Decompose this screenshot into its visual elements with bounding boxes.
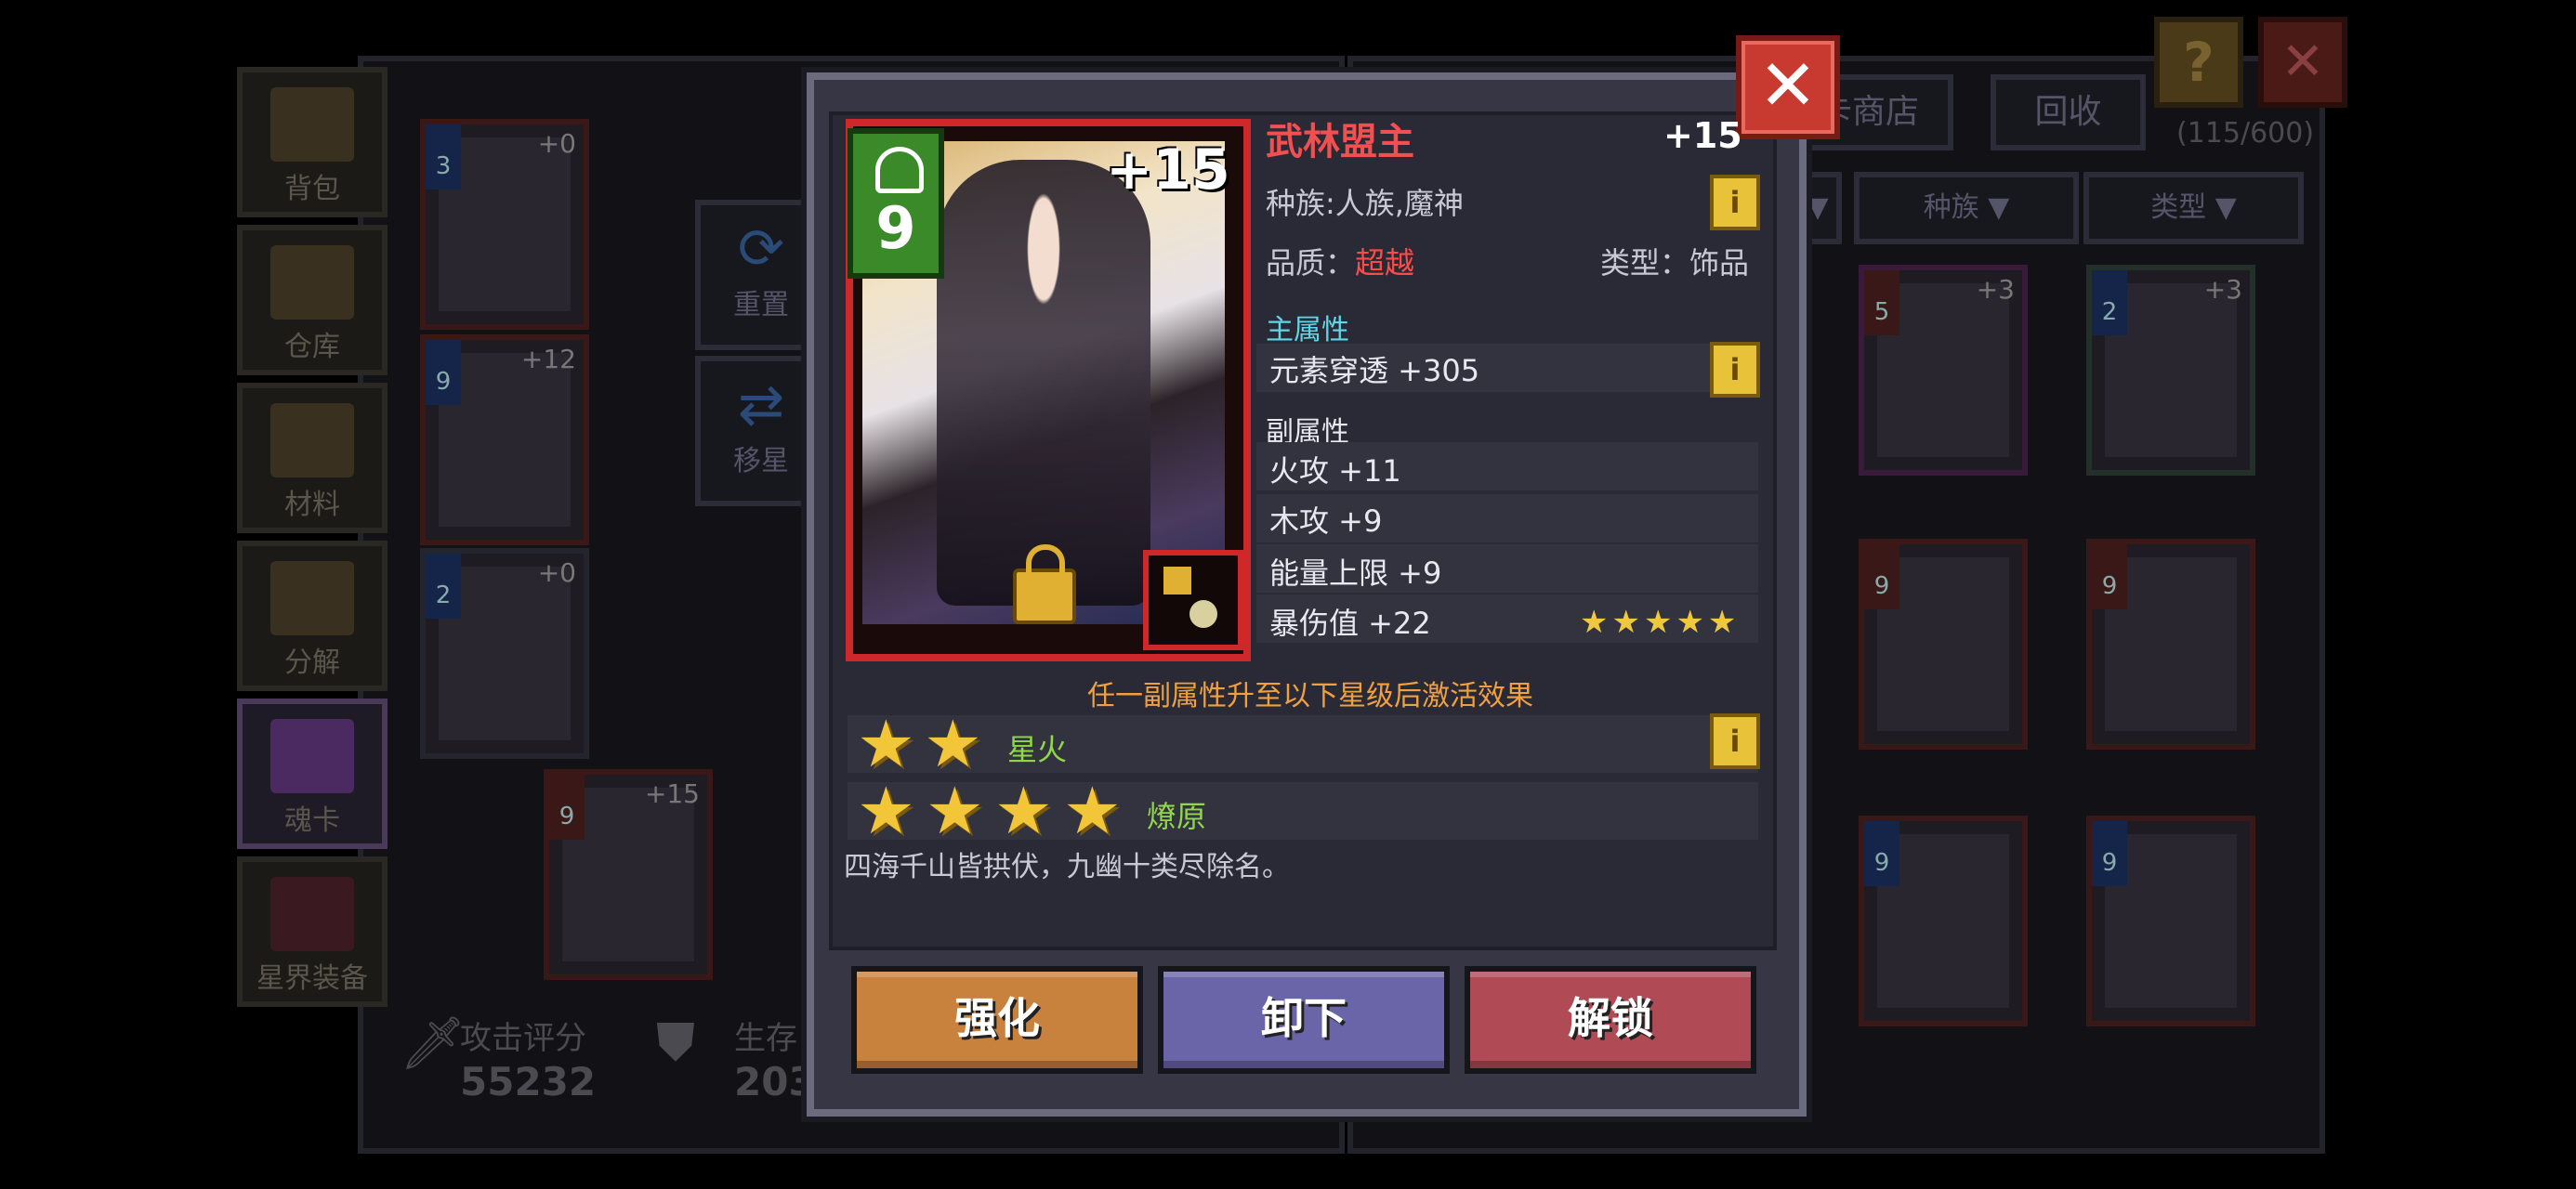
star-icon: ★ xyxy=(857,773,915,849)
inventory-card[interactable]: 9 xyxy=(1859,539,2028,750)
race-info-icon[interactable]: i xyxy=(1710,175,1760,230)
set-effect-stars: ★ ★ xyxy=(857,712,996,777)
swap-icon: ⇄ xyxy=(737,372,785,438)
tab-recycle[interactable]: 回收 xyxy=(1991,74,2146,150)
equipped-card[interactable]: 9 +15 xyxy=(544,769,713,980)
close-button[interactable]: ✕ xyxy=(1736,35,1840,139)
set-effect-stars: ★ ★ ★ ★ xyxy=(857,778,1136,843)
star-icon: ★ xyxy=(857,706,915,782)
tab-warehouse[interactable]: 仓库 xyxy=(237,225,388,375)
race-text: 种族:人族,魔神 xyxy=(1266,186,1464,221)
help-button[interactable]: ? xyxy=(2154,17,2243,108)
survival-score-value: 203 xyxy=(734,1059,816,1104)
unequip-button[interactable]: 卸下 xyxy=(1158,966,1450,1074)
main-attr-heading: 主属性 xyxy=(1266,314,1349,346)
inventory-card[interactable]: 5 +3 xyxy=(1859,265,2028,476)
equipped-card[interactable]: 2 +0 xyxy=(420,548,589,759)
star-icon: ★ xyxy=(1063,773,1122,849)
set-effect-name: 燎原 xyxy=(1147,799,1207,834)
race-filter[interactable]: 种族 ▼ xyxy=(1854,172,2079,244)
tab-decompose[interactable]: 分解 xyxy=(237,541,388,691)
survival-score-label: 生存 xyxy=(734,1020,797,1057)
inventory-card[interactable]: 2 +3 xyxy=(2086,265,2255,476)
inventory-card[interactable]: 9 xyxy=(2086,816,2255,1026)
type-text: 类型：饰品 xyxy=(1600,245,1750,281)
sub-attr-wood: 木攻 +9 xyxy=(1269,503,1383,539)
main-attr-info-icon[interactable]: i xyxy=(1710,342,1760,398)
tab-backpack[interactable]: 背包 xyxy=(237,67,388,217)
sub-attr-star-rating: ★★★★★ xyxy=(1580,604,1741,641)
unlock-button[interactable]: 解锁 xyxy=(1465,966,1756,1074)
sub-attr-crit: 暴伤值 +22 xyxy=(1269,606,1431,641)
star-icon: ★ xyxy=(926,773,984,849)
card-enhance-level: +15 xyxy=(1106,137,1230,203)
inventory-card[interactable]: 9 xyxy=(2086,539,2255,750)
enhance-button[interactable]: 强化 xyxy=(851,966,1143,1074)
material-icon xyxy=(270,403,354,477)
skull-icon xyxy=(1189,600,1217,628)
inventory-capacity: (115/600) xyxy=(2176,117,2315,150)
sub-attr-energy: 能量上限 +9 xyxy=(1269,555,1442,591)
pot-icon xyxy=(270,561,354,635)
star-icon: ★ xyxy=(924,706,982,782)
tab-materials[interactable]: 材料 xyxy=(237,383,388,533)
chevron-down-icon: ▼ xyxy=(2215,191,2237,224)
tab-soul-card[interactable]: 魂卡 xyxy=(237,699,388,849)
card-title: 武林盟主 xyxy=(1266,121,1414,163)
tab-astral-gear[interactable]: 星界装备 xyxy=(237,856,388,1007)
star-icon: ★ xyxy=(994,773,1053,849)
level-icon xyxy=(875,147,924,193)
shield-icon: ⛊ xyxy=(656,1013,695,1073)
lock-icon xyxy=(1013,544,1076,624)
outer-close-button[interactable]: ✕ xyxy=(2258,17,2347,108)
sub-attr-fire: 火攻 +11 xyxy=(1269,453,1401,489)
quality-value: 超越 xyxy=(1355,245,1415,281)
soul-card-icon xyxy=(270,719,354,793)
equipped-card[interactable]: 3 +0 xyxy=(420,119,589,330)
set-info-icon[interactable]: i xyxy=(1710,713,1760,769)
chevron-down-icon: ▼ xyxy=(1988,191,2010,224)
main-attr-value: 元素穿透 +305 xyxy=(1269,353,1480,388)
card-flavor-text: 四海千山皆拱伏，九幽十类尽除名。 xyxy=(844,851,1290,883)
sword-icon: 🗡 xyxy=(400,1013,467,1074)
set-effect-title: 任一副属性升至以下星级后激活效果 xyxy=(1087,680,1533,712)
mask-icon xyxy=(1163,567,1191,594)
card-level-badge: 9 xyxy=(848,128,944,279)
chest-icon xyxy=(270,87,354,162)
refresh-icon: ⟳ xyxy=(737,216,785,281)
astral-gear-icon xyxy=(270,877,354,951)
attack-score-value: 55232 xyxy=(460,1059,597,1104)
set-effect-name: 星火 xyxy=(1007,732,1068,767)
card-title-plus: +15 xyxy=(1663,115,1742,156)
attack-score-label: 攻击评分 xyxy=(460,1020,586,1057)
card-type-badge xyxy=(1143,550,1243,650)
inventory-card[interactable]: 9 xyxy=(1859,816,2028,1026)
type-filter[interactable]: 类型 ▼ xyxy=(2083,172,2304,244)
quality-text: 品质：超越 xyxy=(1266,245,1415,281)
equipped-card[interactable]: 9 +12 xyxy=(420,334,589,545)
warehouse-icon xyxy=(270,245,354,320)
